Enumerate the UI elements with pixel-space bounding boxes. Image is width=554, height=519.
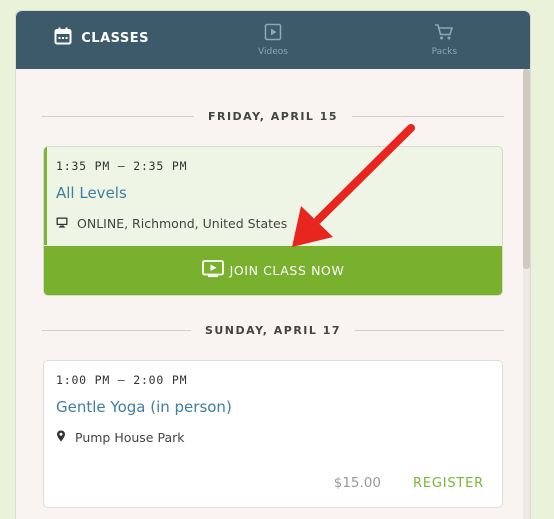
class-time: 1:35 PM — 2:35 PM [56, 159, 188, 173]
tab-packs[interactable]: Packs [359, 11, 530, 69]
top-nav: CLASSES Videos Packs [16, 11, 530, 69]
join-class-label: JOIN CLASS NOW [229, 263, 345, 278]
play-square-icon [264, 23, 282, 45]
tab-videos-label: Videos [258, 47, 288, 57]
divider [42, 330, 191, 331]
monitor-icon [56, 216, 68, 231]
class-time: 1:00 PM — 2:00 PM [56, 373, 188, 387]
divider [42, 116, 194, 117]
class-card-in-person[interactable]: 1:00 PM — 2:00 PM Gentle Yoga (in person… [43, 360, 503, 508]
register-button[interactable]: REGISTER [413, 476, 484, 491]
cart-icon [434, 23, 454, 45]
class-price: $15.00 [333, 475, 381, 491]
class-title-link[interactable]: All Levels [56, 184, 490, 202]
class-location: ONLINE, Richmond, United States [56, 216, 490, 231]
tab-packs-label: Packs [431, 47, 458, 57]
card-accent-stripe [44, 147, 47, 245]
divider [355, 330, 504, 331]
class-title-link[interactable]: Gentle Yoga (in person) [56, 398, 490, 416]
date-separator: FRIDAY, APRIL 15 [42, 110, 505, 123]
class-card-online[interactable]: 1:35 PM — 2:35 PM All Levels ONLINE, Ric… [43, 146, 503, 296]
location-text: Pump House Park [75, 430, 185, 445]
join-class-button[interactable]: JOIN CLASS NOW [44, 246, 502, 295]
date-label: FRIDAY, APRIL 15 [207, 110, 339, 123]
divider [352, 116, 505, 117]
tab-videos[interactable]: Videos [187, 11, 358, 69]
class-location: Pump House Park [56, 430, 490, 445]
app-frame: CLASSES Videos Packs FRIDAY, APRIL 15 1:… [15, 10, 531, 519]
card-footer: $15.00 REGISTER [334, 475, 484, 491]
date-separator: SUNDAY, APRIL 17 [42, 324, 504, 337]
date-label: SUNDAY, APRIL 17 [204, 324, 342, 337]
tab-classes-label: CLASSES [81, 30, 150, 46]
calendar-icon [54, 27, 72, 49]
map-pin-icon [56, 430, 66, 445]
location-text: ONLINE, Richmond, United States [77, 216, 288, 231]
tv-play-icon [201, 259, 224, 282]
scrollbar-thumb[interactable] [523, 69, 530, 269]
tab-classes[interactable]: CLASSES [16, 11, 187, 69]
